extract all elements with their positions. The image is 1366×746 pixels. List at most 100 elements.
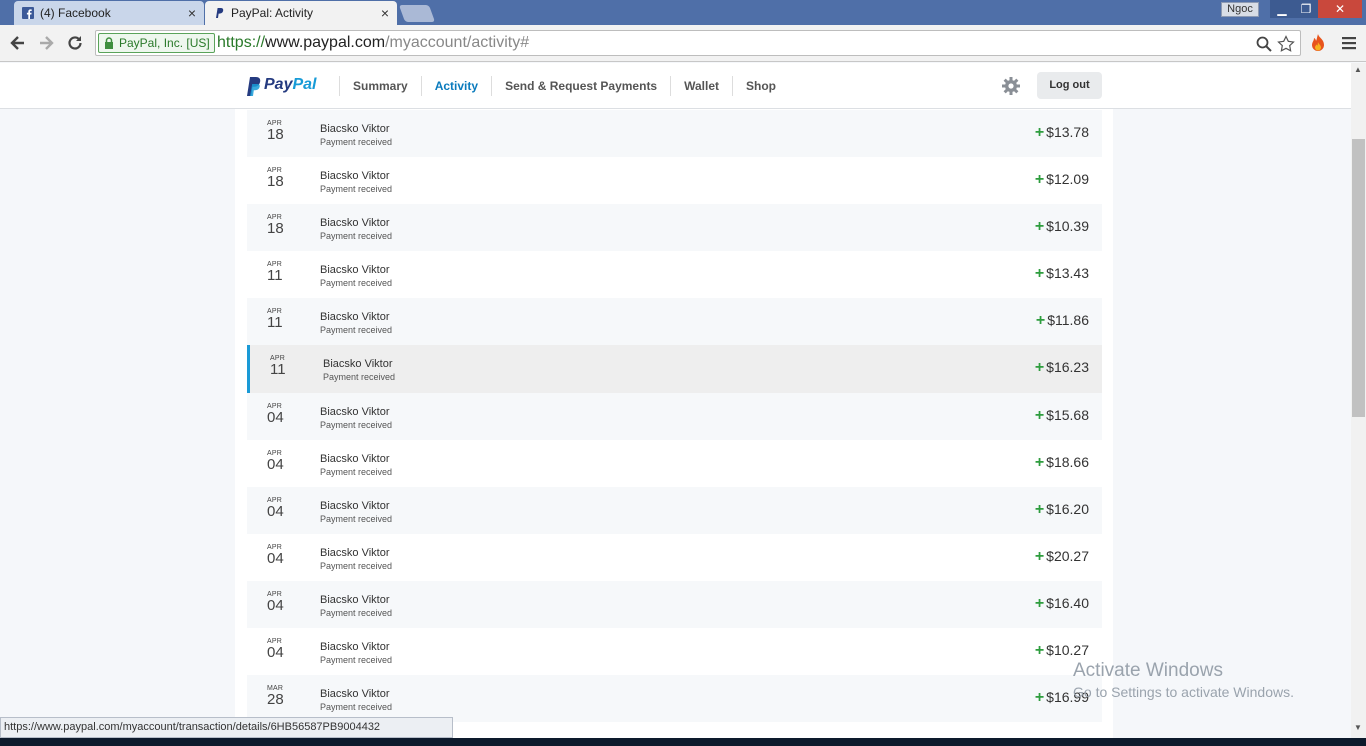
nav-activity[interactable]: Activity — [420, 76, 491, 96]
amount-value: $12.09 — [1046, 171, 1089, 188]
transaction-row[interactable]: APR 18 Biacsko Viktor Payment received + $12.… — [247, 157, 1102, 204]
back-arrow-icon[interactable] — [8, 33, 28, 53]
transaction-day: 04 — [267, 596, 284, 614]
transaction-row[interactable]: APR 04 Biacsko Viktor Payment received + $15.… — [247, 392, 1102, 440]
scroll-up-arrow-icon[interactable]: ▲ — [1354, 65, 1362, 74]
transaction-counterparty[interactable]: Biacsko Viktor — [320, 170, 390, 182]
plus-icon: + — [1034, 453, 1045, 471]
transaction-row[interactable]: APR 18 Biacsko Viktor Payment received + $10.… — [247, 204, 1102, 252]
transaction-row[interactable]: APR 04 Biacsko Viktor Payment received + $20.… — [247, 534, 1102, 581]
amount-value: $10.39 — [1046, 218, 1089, 235]
browser-menu-icon[interactable] — [1340, 33, 1358, 53]
ev-certificate-badge[interactable]: PayPal, Inc. [US] — [98, 33, 215, 53]
transaction-amount: + $16.40 — [1035, 595, 1089, 613]
transaction-row[interactable]: MAR 28 Biacsko Viktor Payment received + $16.… — [247, 675, 1102, 723]
transaction-amount: + $10.39 — [1035, 218, 1089, 236]
log-out-button[interactable]: Log out — [1037, 72, 1102, 99]
url-path: /myaccount/activity# — [385, 34, 530, 51]
transaction-row[interactable]: APR 18 Biacsko Viktor Payment received + $13.… — [247, 110, 1102, 158]
transaction-counterparty[interactable]: Biacsko Viktor — [320, 594, 390, 606]
transaction-row[interactable]: APR 04 Biacsko Viktor Payment received + $18.… — [247, 440, 1102, 487]
amount-value: $13.78 — [1046, 124, 1089, 140]
transaction-counterparty[interactable]: Biacsko Viktor — [320, 547, 390, 559]
transaction-amount: + $16.20 — [1035, 501, 1089, 519]
search-icon[interactable] — [1255, 35, 1273, 53]
tab-paypal-activity[interactable]: PayPal: Activity × — [205, 1, 397, 25]
nav-wallet[interactable]: Wallet — [670, 76, 732, 96]
transaction-day: 04 — [267, 455, 284, 473]
nav-send-request-payments[interactable]: Send & Request Payments — [491, 76, 670, 96]
tab-title: (4) Facebook — [40, 6, 111, 20]
nav-shop[interactable]: Shop — [732, 76, 789, 96]
plus-icon: + — [1034, 265, 1045, 283]
amount-value: $16.23 — [1046, 359, 1089, 376]
transaction-status: Payment received — [320, 513, 393, 524]
plus-icon: + — [1034, 218, 1045, 236]
transaction-row[interactable]: APR 04 Biacsko Viktor Payment received + $10.… — [247, 628, 1102, 675]
amount-value: $16.20 — [1046, 500, 1089, 517]
bookmark-star-icon[interactable] — [1277, 35, 1295, 53]
window-minimize-button[interactable]: ▁ — [1270, 0, 1294, 18]
transaction-status: Payment received — [320, 231, 393, 242]
close-icon[interactable]: × — [188, 1, 196, 25]
forward-arrow-icon[interactable] — [36, 33, 56, 53]
scrollbar-thumb[interactable] — [1352, 139, 1365, 417]
plus-icon: + — [1034, 406, 1045, 424]
transaction-counterparty[interactable]: Biacsko Viktor — [320, 406, 390, 418]
amount-value: $18.66 — [1046, 453, 1089, 470]
transaction-day: 28 — [267, 691, 284, 709]
tab-title: PayPal: Activity — [231, 6, 314, 20]
tab-facebook[interactable]: (4) Facebook × — [14, 1, 204, 25]
window-close-button[interactable]: ✕ — [1318, 0, 1362, 18]
transaction-row[interactable]: APR 04 Biacsko Viktor Payment received + $16.… — [247, 486, 1102, 534]
transaction-status: Payment received — [320, 655, 393, 666]
transaction-amount: + $15.68 — [1035, 407, 1089, 425]
close-icon[interactable]: × — [381, 1, 389, 25]
paypal-header: PayPal Summary Activity Send & Request P… — [0, 63, 1351, 109]
transaction-amount: + $18.66 — [1035, 454, 1089, 472]
reload-icon[interactable] — [65, 33, 85, 53]
gear-icon[interactable] — [1001, 76, 1021, 96]
transaction-counterparty[interactable]: Biacsko Viktor — [320, 453, 390, 465]
transaction-day: 11 — [267, 314, 283, 332]
transaction-counterparty[interactable]: Biacsko Viktor — [320, 641, 390, 653]
transaction-row[interactable]: APR 11 Biacsko Viktor Payment received + $16.… — [247, 345, 1102, 393]
transaction-status: Payment received — [320, 278, 393, 289]
window-maximize-button[interactable]: ❐ — [1294, 0, 1318, 18]
transaction-counterparty[interactable]: Biacsko Viktor — [320, 500, 390, 512]
transaction-row[interactable]: APR 11 Biacsko Viktor Payment received + $13.… — [247, 251, 1102, 298]
transaction-row[interactable]: APR 11 Biacsko Viktor Payment received + $11.… — [247, 298, 1102, 346]
amount-value: $20.27 — [1046, 547, 1089, 564]
page-scrollbar[interactable]: ▲ ▼ — [1351, 63, 1366, 738]
transaction-status: Payment received — [320, 184, 393, 195]
transaction-counterparty[interactable]: Biacsko Viktor — [320, 688, 390, 700]
transaction-day: 11 — [267, 267, 283, 285]
amount-value: $16.40 — [1046, 594, 1089, 611]
transaction-counterparty[interactable]: Biacsko Viktor — [320, 264, 390, 276]
transaction-status: Payment received — [320, 702, 393, 713]
transaction-counterparty[interactable]: Biacsko Viktor — [323, 358, 393, 370]
transaction-counterparty[interactable]: Biacsko Viktor — [320, 123, 390, 135]
transaction-amount: + $13.43 — [1035, 265, 1089, 283]
lock-icon — [105, 37, 113, 49]
extension-flame-icon[interactable] — [1308, 33, 1328, 53]
transaction-amount: + $16.23 — [1035, 359, 1089, 377]
url-text[interactable]: https://www.paypal.com/myaccount/activit… — [217, 33, 529, 53]
amount-value: $13.43 — [1046, 265, 1089, 282]
transaction-status: Payment received — [320, 137, 393, 147]
paypal-main-nav: Summary Activity Send & Request Payments… — [339, 76, 789, 96]
transaction-counterparty[interactable]: Biacsko Viktor — [320, 217, 390, 229]
address-bar[interactable]: PayPal, Inc. [US] https://www.paypal.com… — [95, 30, 1301, 56]
plus-icon: + — [1034, 171, 1045, 189]
plus-icon: + — [1034, 689, 1045, 707]
transaction-row[interactable]: APR 04 Biacsko Viktor Payment received + $16.… — [247, 580, 1102, 629]
transaction-status: Payment received — [320, 607, 393, 618]
plus-icon: + — [1034, 124, 1045, 141]
transaction-counterparty[interactable]: Biacsko Viktor — [320, 311, 390, 323]
os-taskbar — [0, 738, 1366, 746]
nav-summary[interactable]: Summary — [339, 76, 421, 96]
paypal-logo[interactable]: PayPal — [244, 75, 316, 97]
scroll-down-arrow-icon[interactable]: ▼ — [1354, 723, 1362, 732]
new-tab-button[interactable] — [398, 5, 436, 22]
profile-user-badge[interactable]: Ngoc — [1221, 2, 1259, 17]
